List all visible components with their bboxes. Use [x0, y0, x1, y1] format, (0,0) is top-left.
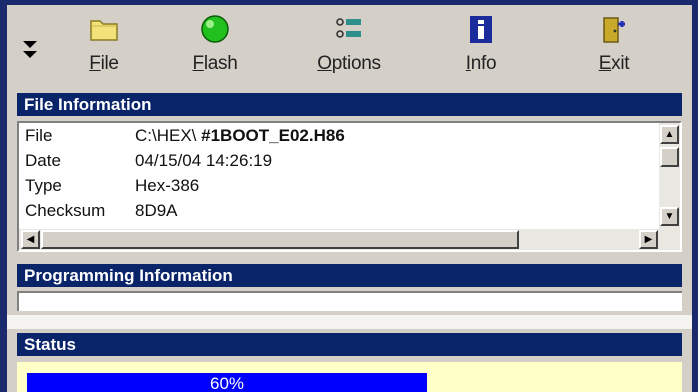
expand-menu-icon[interactable]: [21, 39, 39, 61]
info-button[interactable]: Info: [436, 9, 526, 81]
folder-icon: [90, 20, 118, 41]
options-list-icon: [336, 18, 361, 38]
scroll-right-button[interactable]: ▶: [639, 230, 658, 249]
app-window: File Flash Options Info Exit File Inform…: [7, 5, 692, 392]
options-button-label: Options: [317, 53, 381, 74]
exit-button[interactable]: Exit: [569, 9, 659, 81]
green-light-icon: [201, 15, 229, 43]
info-button-label: Info: [465, 53, 497, 74]
flash-button-label: Flash: [192, 53, 238, 74]
file-button[interactable]: File: [59, 9, 149, 81]
progress-bar: 60%: [27, 373, 427, 392]
type-value: Hex-386: [135, 176, 200, 195]
exit-door-icon: [603, 17, 625, 43]
file-name: #1BOOT_E02.H86: [201, 126, 345, 145]
file-value: C:\HEX\ #1BOOT_E02.H86: [135, 126, 345, 146]
flash-button[interactable]: Flash: [170, 9, 260, 81]
options-button[interactable]: Options: [304, 9, 394, 81]
file-label: File: [25, 126, 53, 145]
divider: [7, 315, 692, 329]
info-icon: [470, 16, 492, 43]
exit-button-label: Exit: [598, 53, 630, 74]
programming-information-header: Programming Information: [17, 264, 682, 287]
toolbar: File Flash Options Info Exit: [7, 5, 692, 85]
progress-text: 60%: [209, 374, 245, 392]
file-path-prefix: C:\HEX\: [135, 126, 197, 145]
horizontal-scroll-thumb[interactable]: [41, 230, 519, 249]
scroll-down-button[interactable]: ▼: [660, 207, 679, 226]
programming-information-area: [17, 291, 682, 311]
status-area: 60%: [17, 362, 682, 392]
file-information-header: File Information: [17, 93, 682, 116]
date-label: Date: [25, 151, 61, 170]
scroll-up-button[interactable]: ▲: [660, 125, 679, 144]
date-value: 04/15/04 14:26:19: [135, 151, 273, 170]
file-information-list: File C:\HEX\ #1BOOT_E02.H86 Date 04/15/0…: [17, 121, 682, 252]
scroll-left-button[interactable]: ◀: [21, 230, 40, 249]
checksum-value: 8D9A: [135, 201, 178, 220]
type-label: Type: [25, 176, 62, 195]
status-header: Status: [17, 333, 682, 356]
checksum-label: Checksum: [25, 201, 106, 220]
vertical-scroll-thumb[interactable]: [660, 147, 679, 167]
file-button-label: File: [89, 53, 119, 74]
